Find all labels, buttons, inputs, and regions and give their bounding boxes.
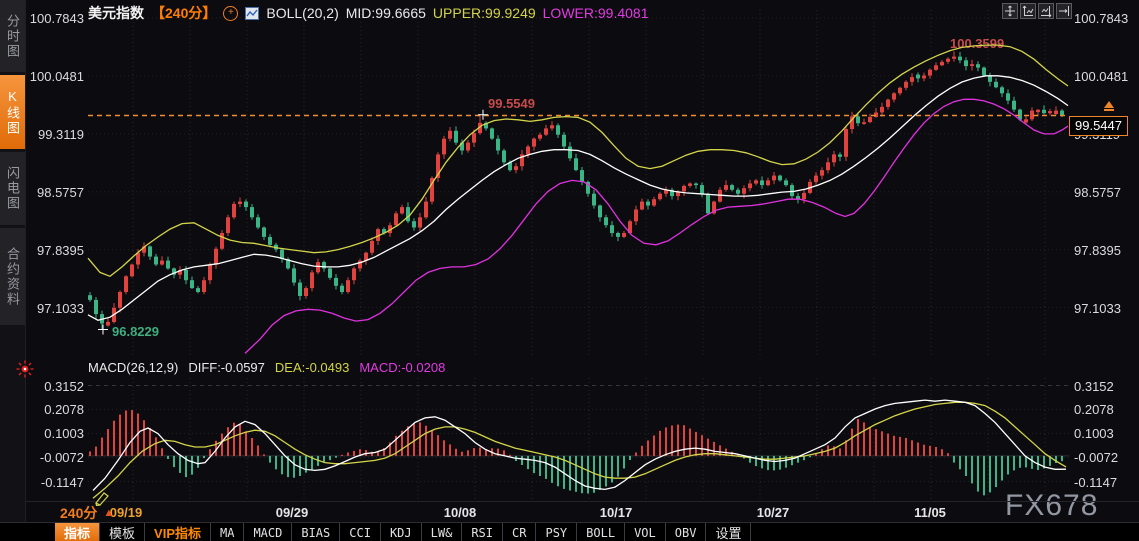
macd-dea-value: DEA:-0.0493 (274, 360, 350, 375)
toolbar-item-4[interactable]: MACD (244, 523, 293, 541)
sidebar-tab-3[interactable]: 合约资料 (0, 228, 25, 325)
date-label-1: 09/29 (275, 505, 309, 520)
pan-latest-icon[interactable] (1056, 3, 1072, 19)
toolbar-item-11[interactable]: PSY (536, 523, 578, 541)
indicator-settings-icon[interactable] (245, 6, 260, 20)
period-selector-label: 240分 (60, 505, 98, 521)
sidebar: 分时图 K线图闪电图合约资料 (0, 0, 34, 541)
sidebar-tab-0[interactable]: 分时图 (0, 0, 25, 72)
boll-params: BOLL(20,2) (266, 5, 339, 21)
last-price-tag: 99.5447 (1069, 116, 1128, 136)
app-window: 美元指数 【240分】 + BOLL(20,2) MID:99.6665 UPP… (0, 0, 1139, 541)
macd-header: MACD(26,12,9) DIFF:-0.0597 DEA:-0.0493 M… (88, 360, 445, 375)
date-label-2: 10/08 (443, 505, 477, 520)
date-label-3: 10/17 (599, 505, 633, 520)
macd-macd-value: MACD:-0.0208 (359, 360, 446, 375)
toolbar-item-5[interactable]: BIAS (292, 523, 341, 541)
toolbar-item-6[interactable]: CCI (340, 523, 381, 541)
date-label-5: 11/05 (914, 505, 946, 520)
toolbar-item-10[interactable]: CR (503, 523, 537, 541)
symbol-name: 美元指数 (88, 5, 144, 21)
toolbar-item-7[interactable]: KDJ (381, 523, 422, 541)
macd-params: MACD(26,12,9) (88, 360, 179, 375)
date-label-4: 10/27 (756, 505, 790, 520)
alert-icon[interactable] (16, 360, 34, 383)
toolbar-item-3[interactable]: MA (211, 523, 245, 541)
chart-canvas[interactable] (0, 0, 1139, 541)
toolbar-item-2[interactable]: VIP指标 (145, 523, 211, 541)
boll-upper-value: UPPER:99.9249 (432, 5, 536, 21)
sidebar-tab-1[interactable]: K线图 (0, 75, 25, 149)
toolbar-item-0[interactable]: 指标 (55, 523, 101, 541)
date-label-0: 09/19 (109, 505, 143, 520)
toolbar-item-1[interactable]: 模板 (100, 523, 146, 541)
sidebar-tab-2[interactable]: 闪电图 (0, 152, 25, 225)
toolbar-item-8[interactable]: LW& (422, 523, 463, 541)
chart-tools (1002, 3, 1072, 19)
boll-mid-value: MID:99.6665 (345, 5, 426, 21)
macd-diff-value: DIFF:-0.0597 (188, 360, 265, 375)
chart-header: 美元指数 【240分】 + BOLL(20,2) MID:99.6665 UPP… (88, 3, 648, 23)
move-crosshair-icon[interactable] (1002, 3, 1018, 19)
time-axis: 09/19 09/29 10/08 10/17 10/27 11/05 (0, 501, 1139, 523)
toolbar-item-15[interactable]: 设置 (706, 523, 752, 541)
latest-price-marker[interactable] (1104, 101, 1114, 111)
y-axis-scale-icon[interactable] (1020, 3, 1036, 19)
boll-lower-value: LOWER:99.4081 (542, 5, 649, 21)
bottom-toolbar: 指标 模板 VIP指标 MA MACD BIAS CCI KDJ LW& RSI CR PSY BOLL… (0, 522, 1139, 541)
toolbar-item-13[interactable]: VOL (625, 523, 666, 541)
x-axis-scale-icon[interactable] (1038, 3, 1054, 19)
toolbar-item-14[interactable]: OBV (666, 523, 707, 541)
toolbar-item-9[interactable]: RSI (462, 523, 504, 541)
toolbar-item-12[interactable]: BOLL (577, 523, 626, 541)
add-compare-icon[interactable]: + (223, 5, 239, 21)
period-label: 【240分】 (151, 5, 217, 21)
draw-tool-icon[interactable] (94, 491, 111, 511)
